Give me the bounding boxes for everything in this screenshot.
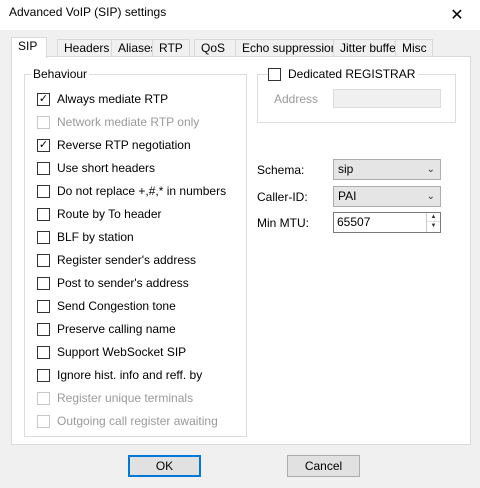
checkbox-icon[interactable] [37, 161, 50, 175]
option-route-by-to-header[interactable]: Route by To header [37, 206, 162, 222]
option-ignore-hist-info[interactable]: Ignore hist. info and reff. by [37, 367, 202, 383]
checkbox-checked-icon[interactable]: ✓ [37, 138, 50, 152]
tab-qos[interactable]: QoS [194, 39, 236, 57]
checkbox-icon [37, 414, 50, 428]
spin-down-icon[interactable]: ▼ [427, 222, 440, 231]
close-button[interactable]: ✕ [434, 0, 480, 30]
caller-id-select[interactable]: PAI ⌄ [333, 186, 441, 207]
option-label: Post to sender's address [57, 276, 189, 290]
checkbox-icon[interactable] [37, 345, 50, 359]
caller-id-value: PAI [338, 189, 357, 203]
min-mtu-label: Min MTU: [257, 216, 309, 230]
ok-button[interactable]: OK [128, 455, 201, 477]
option-label: Send Congestion tone [57, 299, 176, 313]
address-input [333, 89, 441, 108]
checkbox-icon [37, 115, 50, 129]
option-label: Do not replace +,#,* in numbers [57, 184, 227, 198]
checkbox-icon[interactable] [37, 368, 50, 382]
chevron-down-icon: ⌄ [426, 164, 435, 175]
tab-aliases[interactable]: Aliases [111, 39, 157, 57]
checkbox-icon[interactable] [268, 67, 281, 81]
option-label: Route by To header [57, 207, 162, 221]
option-label: Ignore hist. info and reff. by [57, 368, 203, 382]
option-outgoing-call-register-awaiting: Outgoing call register awaiting [37, 413, 218, 429]
min-mtu-spinbox[interactable]: 65507 ▲ ▼ [333, 212, 441, 233]
option-register-unique-terminals: Register unique terminals [37, 390, 193, 406]
option-blf-by-station[interactable]: BLF by station [37, 229, 134, 245]
checkbox-icon[interactable] [37, 299, 50, 313]
option-send-congestion-tone[interactable]: Send Congestion tone [37, 298, 176, 314]
option-label: Always mediate RTP [57, 92, 169, 106]
spin-buttons: ▲ ▼ [426, 213, 440, 232]
option-label: Outgoing call register awaiting [57, 414, 218, 428]
option-do-not-replace[interactable]: Do not replace +,#,* in numbers [37, 183, 226, 199]
tab-jitter-buffer[interactable]: Jitter buffer [333, 39, 400, 57]
checkbox-icon[interactable] [37, 253, 50, 267]
schema-select[interactable]: sip ⌄ [333, 159, 441, 180]
option-post-to-senders-address[interactable]: Post to sender's address [37, 275, 189, 291]
checkbox-checked-icon[interactable]: ✓ [37, 92, 50, 106]
caller-id-label: Caller-ID: [257, 190, 308, 204]
check-icon: ✓ [38, 138, 49, 151]
option-label: Support WebSocket SIP [57, 345, 187, 359]
min-mtu-value: 65507 [337, 215, 371, 229]
title-bar: Advanced VoIP (SIP) settings ✕ [0, 0, 480, 30]
schema-label: Schema: [257, 163, 305, 177]
dedicated-registrar-label: Dedicated REGISTRAR [288, 67, 416, 81]
tab-echo-suppression[interactable]: Echo suppression [235, 39, 337, 57]
tab-sip[interactable]: SIP [11, 37, 47, 58]
option-reverse-rtp-negotiation[interactable]: ✓ Reverse RTP negotiation [37, 137, 191, 153]
window-title: Advanced VoIP (SIP) settings [9, 5, 167, 19]
option-always-mediate-rtp[interactable]: ✓ Always mediate RTP [37, 91, 168, 107]
cancel-button[interactable]: Cancel [287, 455, 360, 477]
dedicated-registrar-option[interactable]: Dedicated REGISTRAR [268, 66, 419, 82]
tab-rtp[interactable]: RTP [152, 39, 190, 57]
option-label: Reverse RTP negotiation [57, 138, 191, 152]
option-label: Register sender's address [57, 253, 197, 267]
chevron-down-icon: ⌄ [426, 191, 435, 202]
schema-value: sip [338, 162, 354, 176]
option-label: Use short headers [57, 161, 156, 175]
tab-strip: SIP Headers Aliases RTP QoS Echo suppres… [11, 37, 471, 58]
option-use-short-headers[interactable]: Use short headers [37, 160, 155, 176]
tab-headers[interactable]: Headers [57, 39, 118, 57]
option-label: Register unique terminals [57, 391, 194, 405]
option-network-mediate-rtp-only: Network mediate RTP only [37, 114, 199, 130]
checkbox-icon[interactable] [37, 207, 50, 221]
tab-misc[interactable]: Misc [395, 39, 433, 57]
option-register-senders-address[interactable]: Register sender's address [37, 252, 196, 268]
checkbox-icon [37, 391, 50, 405]
option-label: BLF by station [57, 230, 134, 244]
checkbox-icon[interactable] [37, 230, 50, 244]
checkbox-icon[interactable] [37, 276, 50, 290]
address-label: Address [274, 92, 319, 106]
option-support-websocket-sip[interactable]: Support WebSocket SIP [37, 344, 186, 360]
close-icon: ✕ [450, 7, 464, 24]
option-label: Network mediate RTP only [57, 115, 200, 129]
check-icon: ✓ [38, 92, 49, 105]
checkbox-icon[interactable] [37, 184, 50, 198]
option-preserve-calling-name[interactable]: Preserve calling name [37, 321, 176, 337]
option-label: Preserve calling name [57, 322, 176, 336]
checkbox-icon[interactable] [37, 322, 50, 336]
spin-up-icon[interactable]: ▲ [427, 213, 440, 222]
behaviour-group-title: Behaviour [31, 67, 90, 81]
